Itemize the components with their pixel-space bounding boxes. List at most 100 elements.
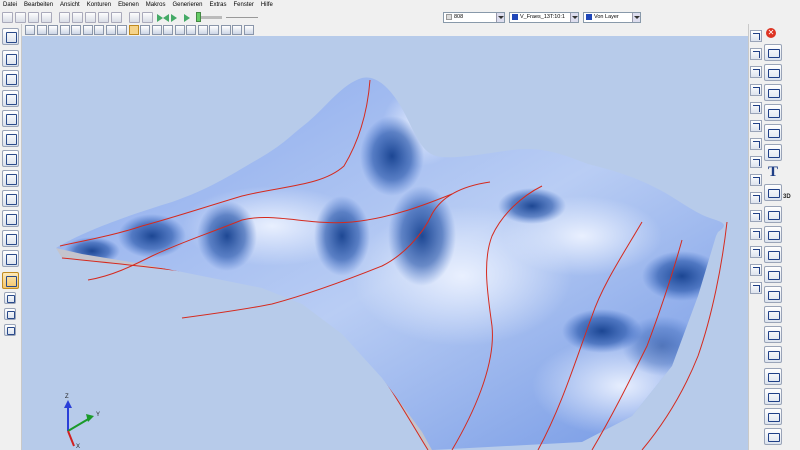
copy-icon[interactable]	[85, 11, 96, 23]
square-corner-icon[interactable]	[750, 120, 762, 132]
lathe-icon[interactable]	[2, 130, 19, 147]
brush-icon[interactable]	[764, 368, 782, 385]
menu-bearbeiten[interactable]: Bearbeiten	[24, 0, 53, 10]
menu-datei[interactable]: Datei	[3, 0, 17, 10]
rotate-tool-icon[interactable]	[750, 174, 762, 186]
relief-icon[interactable]	[764, 206, 782, 223]
engrave-icon[interactable]	[764, 226, 782, 243]
milling-icon[interactable]	[2, 110, 19, 127]
mirror-icon[interactable]	[750, 192, 762, 204]
pan-icon[interactable]	[186, 25, 196, 35]
fill-icon[interactable]	[764, 428, 782, 445]
text-icon[interactable]: T	[764, 164, 782, 181]
view-right-icon[interactable]	[71, 25, 81, 35]
menu-makros[interactable]: Makros	[146, 0, 166, 10]
menu-hilfe[interactable]: Hilfe	[261, 0, 273, 10]
wave-icon[interactable]	[764, 346, 782, 363]
help-icon[interactable]	[2, 230, 19, 247]
polyline-icon[interactable]	[750, 48, 762, 60]
pen-icon[interactable]	[4, 308, 16, 320]
menu-ansicht[interactable]: Ansicht	[60, 0, 80, 10]
layer-icon[interactable]	[2, 70, 19, 87]
print-icon[interactable]	[41, 11, 52, 23]
globe-icon[interactable]	[243, 25, 254, 35]
circle-icon[interactable]	[2, 50, 19, 67]
zoom-out-icon[interactable]	[174, 25, 185, 35]
contour-mill-icon[interactable]	[764, 266, 782, 283]
play-icon[interactable]	[168, 12, 179, 23]
circle-arc-icon[interactable]	[764, 44, 782, 61]
new-file-icon[interactable]	[2, 11, 13, 23]
polygon-icon[interactable]	[764, 64, 782, 81]
3d-viewport[interactable]: Z Y X	[22, 36, 748, 450]
view-bottom-icon[interactable]	[94, 25, 104, 35]
offset-icon[interactable]	[750, 228, 762, 240]
menu-konturen[interactable]: Konturen	[87, 0, 111, 10]
pocket-icon[interactable]	[764, 246, 782, 263]
spline-icon[interactable]	[764, 124, 782, 141]
menu-generieren[interactable]: Generieren	[172, 0, 202, 10]
measure-icon[interactable]	[209, 25, 219, 35]
layer-number-select[interactable]: 808	[443, 11, 505, 23]
drilling-icon[interactable]	[2, 170, 19, 187]
contour-icon[interactable]	[2, 28, 19, 45]
document-icon[interactable]	[2, 210, 19, 227]
simulation-speed-slider[interactable]	[196, 11, 222, 22]
explode-icon[interactable]	[750, 282, 762, 294]
node-edit-icon[interactable]	[764, 84, 782, 101]
drill-pattern-icon[interactable]	[764, 286, 782, 303]
ellipse-shape-icon[interactable]	[764, 306, 782, 323]
grid-icon[interactable]	[232, 25, 242, 35]
help-icon[interactable]	[129, 11, 140, 23]
cut-icon[interactable]	[72, 11, 83, 23]
chevron-down-icon[interactable]	[496, 12, 504, 22]
close-icon[interactable]: ✕	[766, 28, 776, 38]
select-tool-icon[interactable]	[750, 138, 762, 150]
curve-icon[interactable]	[764, 104, 782, 121]
rotate-icon[interactable]	[197, 25, 208, 35]
move-icon[interactable]	[750, 156, 762, 168]
line-icon[interactable]	[750, 30, 762, 42]
import-icon[interactable]	[2, 90, 19, 107]
corner-icon[interactable]	[750, 102, 762, 114]
wireframe-icon[interactable]	[105, 25, 116, 35]
view-left-icon[interactable]	[59, 25, 70, 35]
zoom-all-icon[interactable]	[151, 25, 162, 35]
snap-icon[interactable]	[220, 25, 231, 35]
view-iso-icon[interactable]	[25, 25, 35, 35]
paste-icon[interactable]	[98, 11, 109, 23]
step-forward-icon[interactable]	[181, 12, 192, 23]
extend-icon[interactable]	[750, 264, 762, 276]
menu-fenster[interactable]: Fenster	[234, 0, 254, 10]
menu-extras[interactable]: Extras	[209, 0, 226, 10]
3d-icon[interactable]	[764, 184, 782, 201]
slider-knob[interactable]	[196, 11, 201, 22]
zoom-in-icon[interactable]	[163, 25, 173, 35]
ellipse-tool-icon[interactable]	[764, 144, 782, 161]
tool-select[interactable]: V_Fraes_13T:10:1	[509, 11, 579, 23]
chevron-down-icon[interactable]	[570, 12, 578, 22]
shaded-icon[interactable]	[117, 25, 127, 35]
save-icon[interactable]	[28, 11, 39, 23]
machine-icon[interactable]	[4, 324, 16, 336]
trim-icon[interactable]	[750, 246, 762, 258]
nesting-icon[interactable]	[2, 150, 19, 167]
info-icon[interactable]	[142, 11, 153, 23]
shaded-edges-icon[interactable]	[128, 25, 139, 35]
hammer-icon[interactable]	[2, 272, 19, 289]
view-front-icon[interactable]	[36, 25, 47, 35]
ellipse-icon[interactable]	[750, 84, 762, 96]
tool-icon[interactable]	[4, 292, 16, 304]
rectangle-icon[interactable]	[2, 190, 19, 207]
arrow-shape-icon[interactable]	[764, 326, 782, 343]
chevron-down-icon[interactable]	[632, 12, 640, 22]
scale-icon[interactable]	[750, 210, 762, 222]
step-back-icon[interactable]	[155, 12, 169, 23]
open-folder-icon[interactable]	[59, 11, 70, 23]
view-back-icon[interactable]	[48, 25, 58, 35]
layers-icon[interactable]	[2, 250, 19, 267]
clip-icon[interactable]	[764, 408, 782, 425]
layer-mode-select[interactable]: Von Layer	[583, 11, 641, 23]
undo-icon[interactable]	[111, 11, 122, 23]
open-file-icon[interactable]	[15, 11, 26, 23]
